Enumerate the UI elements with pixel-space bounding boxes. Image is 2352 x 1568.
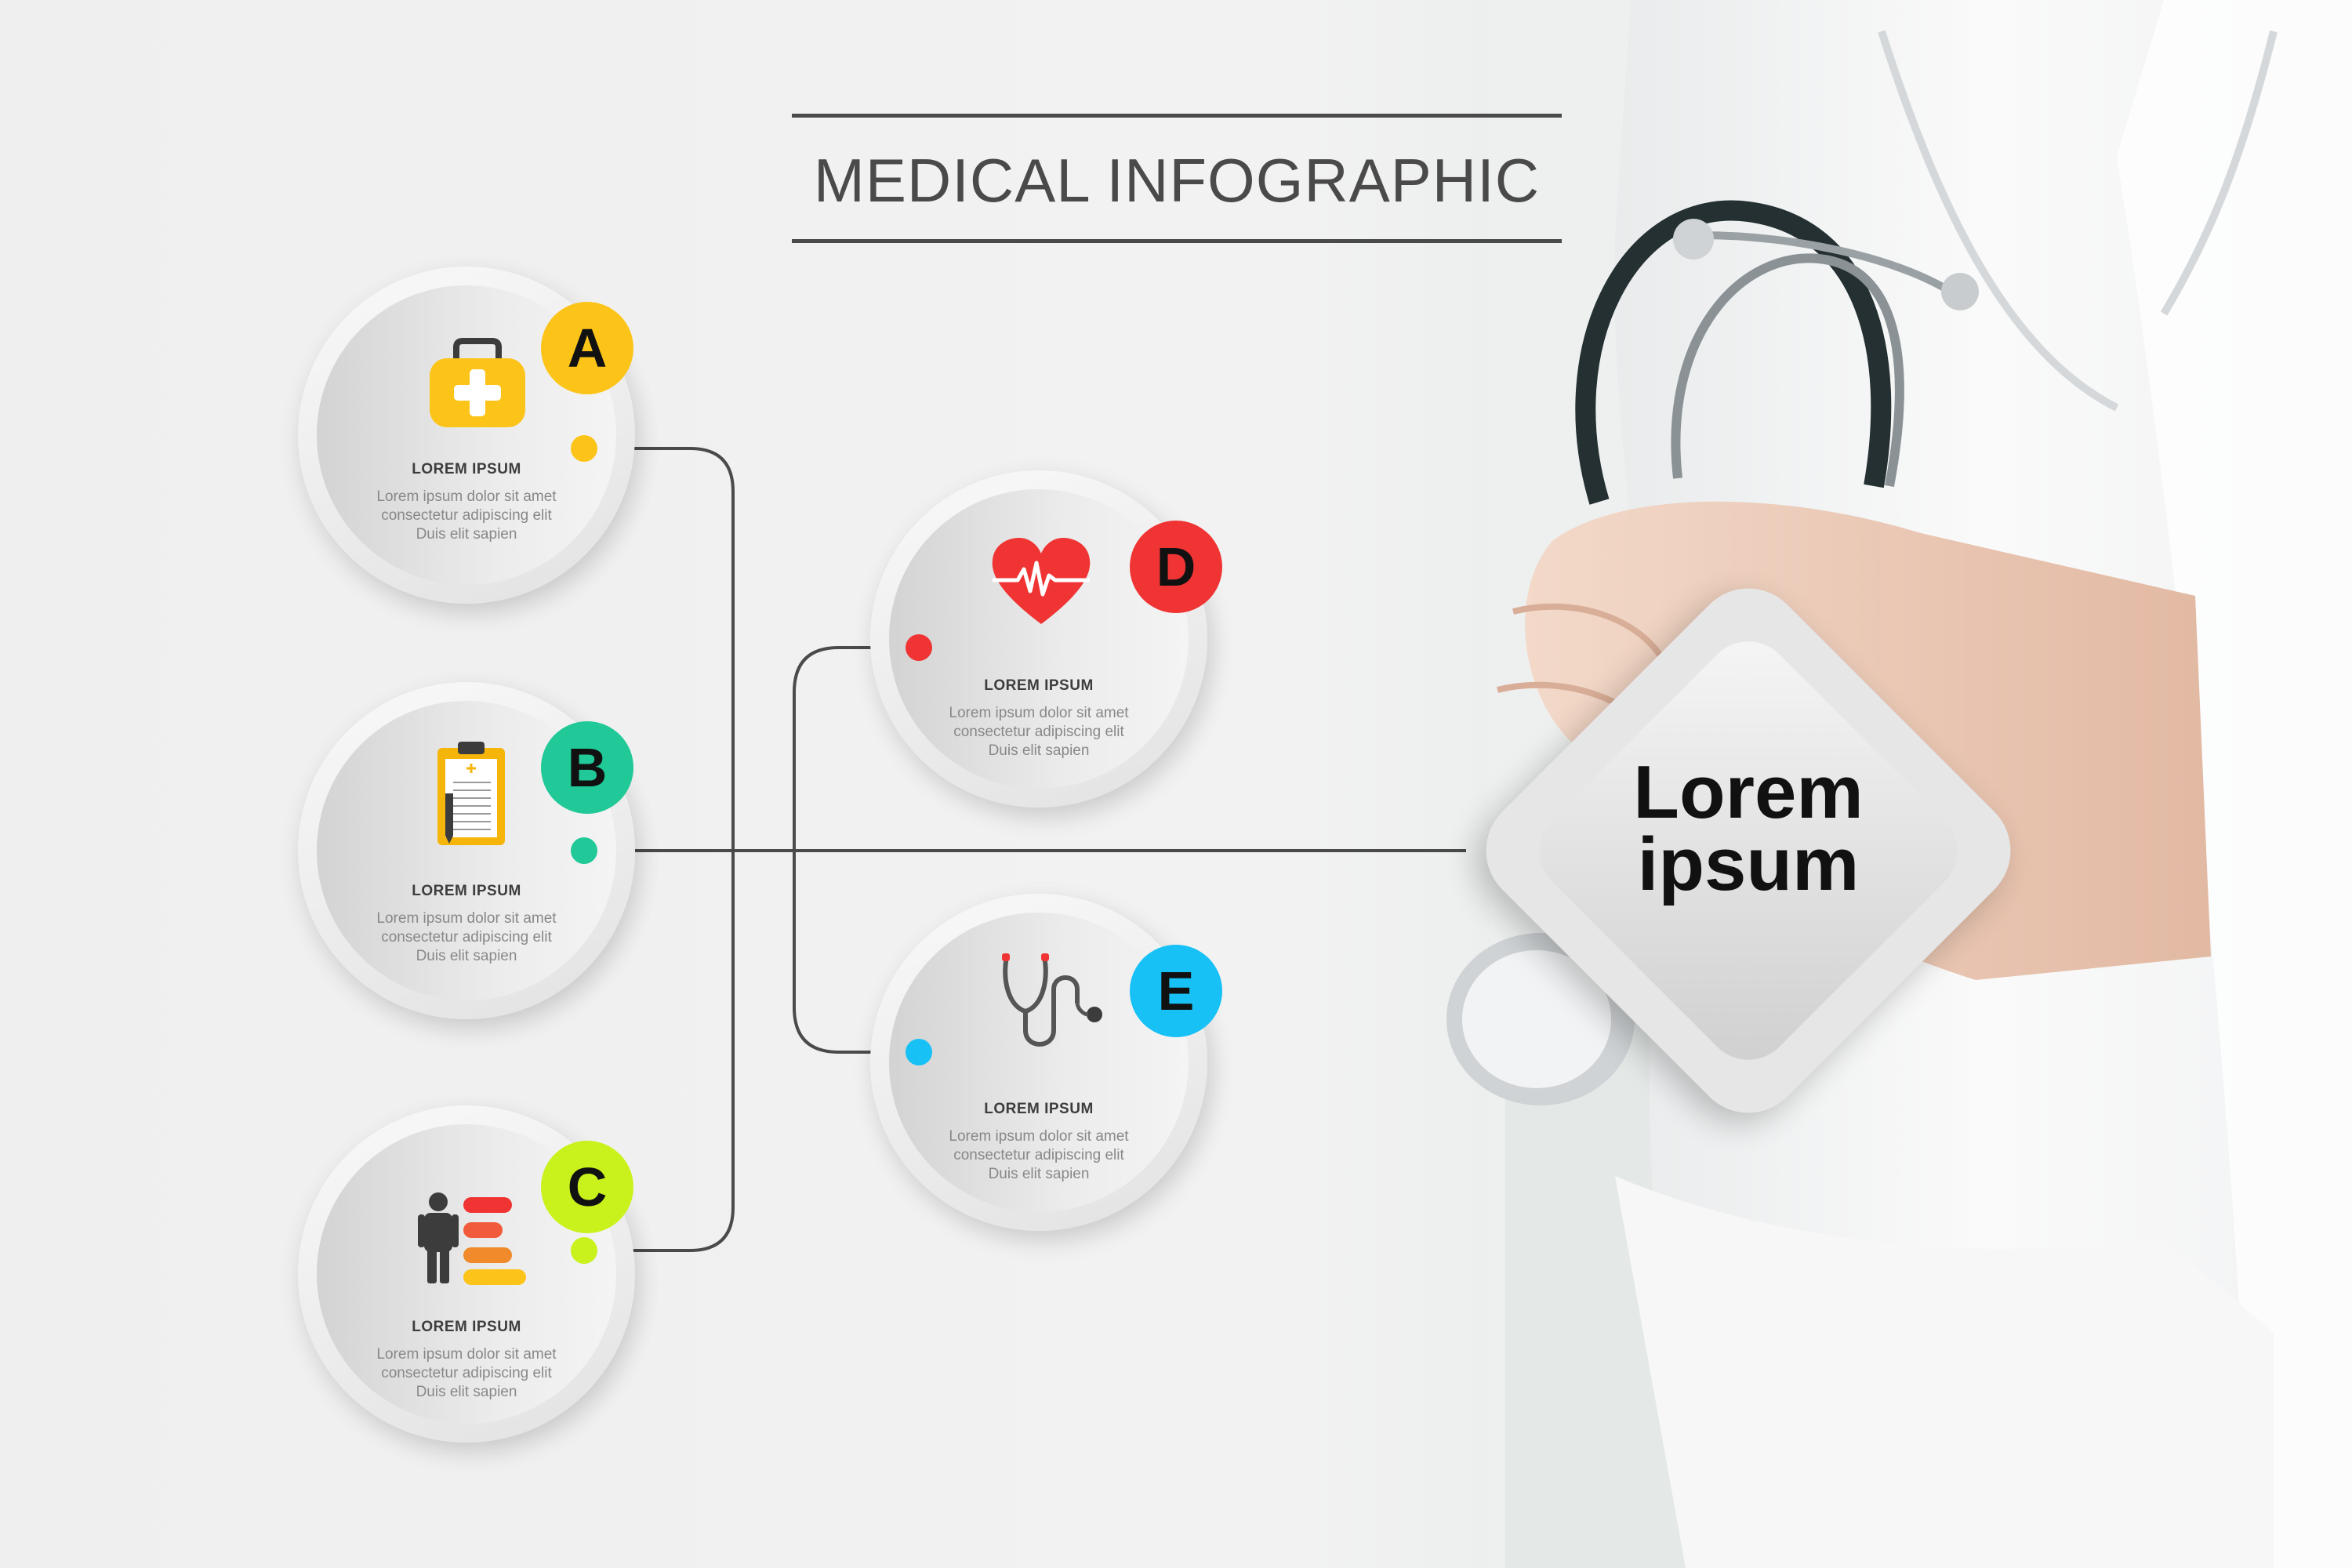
node-b-text-line2: consectetur adipiscing elit xyxy=(381,929,552,946)
connector-dot-e xyxy=(906,1039,932,1065)
node-b-text-line1: Lorem ipsum dolor sit amet xyxy=(376,910,557,927)
heartbeat-icon xyxy=(992,538,1091,624)
connector-dot-c xyxy=(571,1237,597,1264)
connector-dot-b xyxy=(571,837,597,864)
node-b-text-line3: Duis elit sapien xyxy=(416,948,517,964)
center-diamond: Lorem ipsum xyxy=(1462,564,2034,1137)
clipboard-icon xyxy=(437,742,505,845)
page-title: MEDICAL INFOGRAPHIC xyxy=(813,146,1541,215)
node-d-text-line2: consectetur adipiscing elit xyxy=(953,724,1124,740)
node-d-text-line3: Duis elit sapien xyxy=(988,742,1090,759)
stethoscope-icon xyxy=(1002,953,1102,1047)
center-label-line1: Lorem xyxy=(1633,750,1864,834)
node-a-text-line1: Lorem ipsum dolor sit amet xyxy=(376,488,557,505)
node-e-heading: LOREM IPSUM xyxy=(984,1101,1094,1117)
node-e-text-line1: Lorem ipsum dolor sit amet xyxy=(949,1128,1129,1145)
infographic-canvas: MEDICAL INFOGRAPHIC LOREM IPSUM Lorem ip… xyxy=(0,0,2352,1568)
node-a-heading: LOREM IPSUM xyxy=(412,461,521,477)
node-c-text-line1: Lorem ipsum dolor sit amet xyxy=(376,1346,557,1363)
node-d-text-line1: Lorem ipsum dolor sit amet xyxy=(949,705,1129,721)
connector-dot-d xyxy=(906,634,932,661)
title-rule-top xyxy=(792,114,1562,118)
badge-a: A xyxy=(541,302,633,394)
node-e-text-line3: Duis elit sapien xyxy=(988,1166,1090,1182)
node-a-text-line2: consectetur adipiscing elit xyxy=(381,507,552,524)
title-rule-bottom xyxy=(792,239,1562,243)
person-chart-icon xyxy=(418,1192,526,1285)
badge-d: D xyxy=(1130,521,1222,613)
badge-e: E xyxy=(1130,945,1222,1037)
node-c-text-line3: Duis elit sapien xyxy=(416,1384,517,1400)
center-label: Lorem ipsum xyxy=(1462,750,2034,906)
node-a-text-line3: Duis elit sapien xyxy=(416,526,517,543)
node-b-heading: LOREM IPSUM xyxy=(412,883,521,899)
first-aid-kit-icon xyxy=(430,338,525,427)
node-c-text-line2: consectetur adipiscing elit xyxy=(381,1365,552,1381)
node-d-heading: LOREM IPSUM xyxy=(984,677,1094,694)
badge-b: B xyxy=(541,721,633,814)
node-e-text-line2: consectetur adipiscing elit xyxy=(953,1147,1124,1163)
center-label-line2: ipsum xyxy=(1637,822,1860,906)
connector-dot-a xyxy=(571,435,597,462)
badge-c: C xyxy=(541,1141,633,1233)
node-c-heading: LOREM IPSUM xyxy=(412,1319,521,1335)
